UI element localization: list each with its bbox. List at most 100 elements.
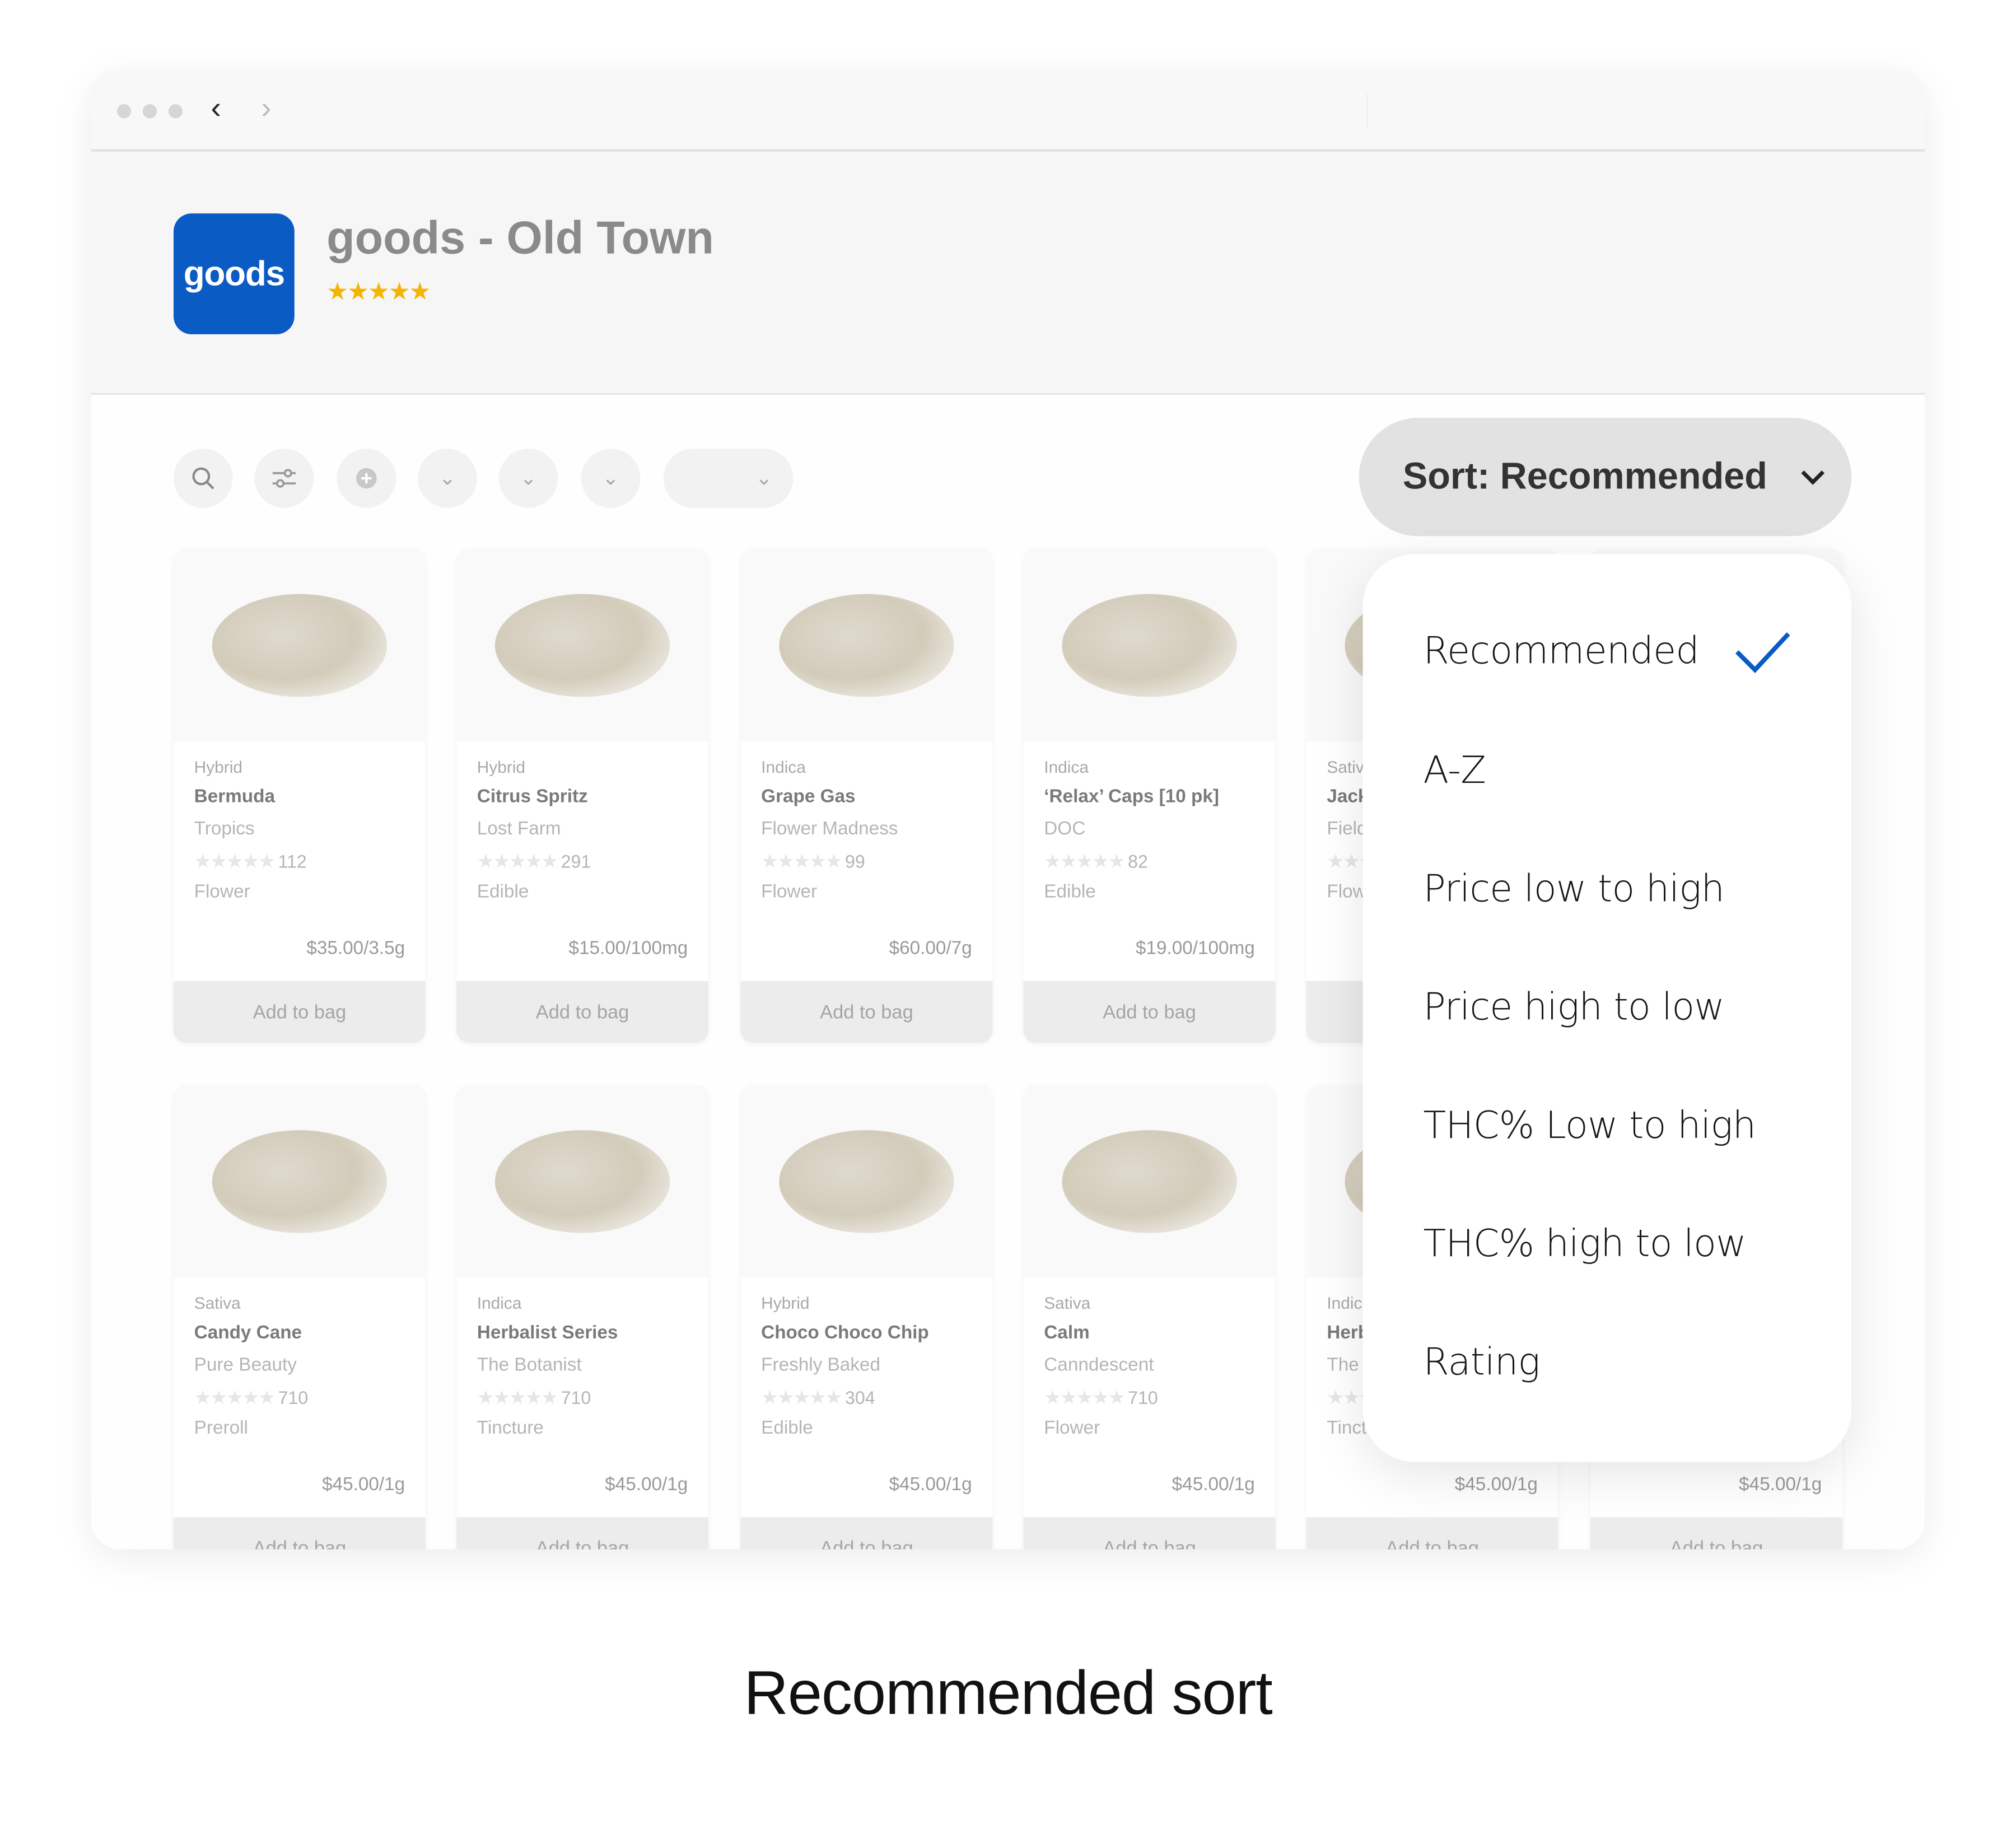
sort-option-thc-high-low[interactable]: THC% high to low <box>1424 1221 1747 1265</box>
product-brand: DOC <box>1044 819 1086 840</box>
product-card[interactable]: Indica Herbalist Series The Botanist ★★★★★ 7… <box>456 1085 709 1550</box>
sort-option-thc-low-high[interactable]: THC% Low to high <box>1424 1103 1756 1147</box>
product-photo <box>494 1130 670 1233</box>
product-card[interactable]: Hybrid Citrus Spritz Lost Farm ★★★★★ 291 Edib… <box>456 549 709 1043</box>
checkmark-icon <box>1735 632 1790 673</box>
add-to-bag-button[interactable]: Add to bag <box>740 981 993 1043</box>
product-type: Sativa <box>1044 1293 1091 1313</box>
window-dot-icon[interactable] <box>168 104 183 119</box>
add-filter-button[interactable] <box>337 449 396 508</box>
product-photo <box>494 594 670 697</box>
sort-option-price-low-high[interactable]: Price low to high <box>1424 866 1725 910</box>
sliders-icon <box>272 469 296 488</box>
add-to-bag-button[interactable]: Add to bag <box>1023 981 1276 1043</box>
product-rating: ★★★★★ 99 <box>761 851 865 873</box>
add-to-bag-button[interactable]: Add to bag <box>740 1517 993 1550</box>
product-price: $35.00/3.5g <box>306 939 405 959</box>
product-brand: Lost Farm <box>477 819 561 840</box>
review-count: 112 <box>278 851 307 872</box>
chevron-down-icon: ⌄ <box>520 468 538 490</box>
product-card[interactable]: Hybrid Choco Choco Chip Freshly Baked ★★★★★… <box>740 1085 993 1550</box>
add-to-bag-button[interactable]: Add to bag <box>1023 1517 1276 1550</box>
chevron-down-icon: ⌄ <box>755 468 773 490</box>
window-dot-icon[interactable] <box>116 104 132 119</box>
product-card[interactable]: Sativa Calm Canndescent ★★★★★ 710 Flower $45.0… <box>1023 1085 1276 1550</box>
product-image[interactable] <box>456 1085 709 1279</box>
sort-label: Sort: Recommended <box>1402 455 1767 497</box>
chevron-down-icon: ⌄ <box>438 468 456 490</box>
product-name[interactable]: Calm <box>1044 1323 1089 1343</box>
product-price: $45.00/1g <box>322 1475 405 1496</box>
product-type: Sativa <box>194 1293 241 1313</box>
filter-dropdown-2[interactable]: ⌄ <box>498 449 558 508</box>
product-price: $45.00/1g <box>1454 1475 1538 1496</box>
store-header: goods goods - Old Town ★★★★★ <box>91 151 1925 395</box>
sort-option-rating[interactable]: Rating <box>1424 1340 1541 1383</box>
product-rating: ★★★★★ 291 <box>477 851 591 873</box>
filter-dropdown-3[interactable]: ⌄ <box>581 449 641 508</box>
product-category: Edible <box>1044 881 1096 903</box>
product-name[interactable]: Choco Choco Chip <box>761 1323 929 1343</box>
product-image[interactable] <box>173 1085 426 1279</box>
product-brand: Canndescent <box>1044 1355 1154 1376</box>
product-name[interactable]: Citrus Spritz <box>477 787 588 808</box>
product-brand: Flower Madness <box>761 819 898 840</box>
caption: Recommended sort <box>744 1660 1272 1728</box>
product-image[interactable] <box>456 549 709 742</box>
product-name[interactable]: Jack <box>1327 787 1368 808</box>
browser-toolbar: ‹ › <box>91 71 1925 152</box>
add-to-bag-button[interactable]: Add to bag <box>1306 1517 1558 1550</box>
sort-option-price-high-low[interactable]: Price high to low <box>1424 985 1725 1029</box>
add-to-bag-button[interactable]: Add to bag <box>1590 1517 1843 1550</box>
product-type: Indica <box>1044 757 1089 777</box>
product-name[interactable]: ‘Relax’ Caps [10 pk] <box>1044 787 1219 808</box>
product-photo <box>212 1130 388 1233</box>
add-to-bag-button[interactable]: Add to bag <box>173 981 426 1043</box>
filter-dropdown-1[interactable]: ⌄ <box>418 449 477 508</box>
review-count: 710 <box>561 1387 591 1408</box>
sort-menu: Recommended A-Z Price low to high Price … <box>1362 554 1852 1462</box>
product-name[interactable]: Grape Gas <box>761 787 855 808</box>
product-brand: Pure Beauty <box>194 1355 297 1376</box>
product-category: Edible <box>477 881 529 903</box>
product-type: Hybrid <box>194 757 242 777</box>
back-arrow-icon[interactable]: ‹ <box>211 91 221 127</box>
product-card[interactable]: Indica ‘Relax’ Caps [10 pk] DOC ★★★★★ 82 Edib… <box>1023 549 1276 1043</box>
chevron-down-icon: ⌄ <box>602 468 619 490</box>
product-image[interactable] <box>740 549 993 742</box>
add-circle-icon <box>356 468 377 489</box>
sort-option-recommended[interactable]: Recommended <box>1424 629 1700 673</box>
search-button[interactable] <box>173 449 233 508</box>
product-photo <box>779 1130 954 1233</box>
add-to-bag-button[interactable]: Add to bag <box>456 981 709 1043</box>
product-brand: The Botanist <box>477 1355 582 1376</box>
sort-button[interactable]: Sort: Recommended <box>1359 418 1852 536</box>
add-to-bag-button[interactable]: Add to bag <box>173 1517 426 1550</box>
product-image[interactable] <box>1023 549 1276 742</box>
product-name[interactable]: Bermuda <box>194 787 275 808</box>
filter-dropdown-4[interactable]: ⌄ <box>663 449 794 508</box>
review-count: 291 <box>561 851 591 872</box>
product-name[interactable]: Candy Cane <box>194 1323 302 1343</box>
product-category: Flower <box>1044 1418 1100 1439</box>
product-card[interactable]: Hybrid Bermuda Tropics ★★★★★ 112 Flower $35.00… <box>173 549 426 1043</box>
toolbar-divider <box>1366 94 1368 130</box>
product-category: Edible <box>761 1418 813 1439</box>
product-image[interactable] <box>740 1085 993 1279</box>
product-category: Flower <box>761 881 818 903</box>
product-image[interactable] <box>173 549 426 742</box>
product-card[interactable]: Indica Grape Gas Flower Madness ★★★★★ 99 Flow… <box>740 549 993 1043</box>
window-dot-icon[interactable] <box>142 104 157 119</box>
filters-button[interactable] <box>254 449 314 508</box>
forward-arrow-icon[interactable]: › <box>261 91 271 127</box>
review-count: 710 <box>278 1387 309 1408</box>
product-image[interactable] <box>1023 1085 1276 1279</box>
product-rating: ★★★★★ 304 <box>761 1387 875 1410</box>
product-category: Flower <box>194 881 250 903</box>
product-name[interactable]: Herbalist Series <box>477 1323 618 1343</box>
product-brand: The <box>1327 1355 1359 1376</box>
product-card[interactable]: Sativa Candy Cane Pure Beauty ★★★★★ 710 Prero… <box>173 1085 426 1550</box>
sort-option-a-z[interactable]: A-Z <box>1424 748 1486 792</box>
add-to-bag-button[interactable]: Add to bag <box>456 1517 709 1550</box>
product-rating: ★★★★★ 82 <box>1044 851 1148 873</box>
